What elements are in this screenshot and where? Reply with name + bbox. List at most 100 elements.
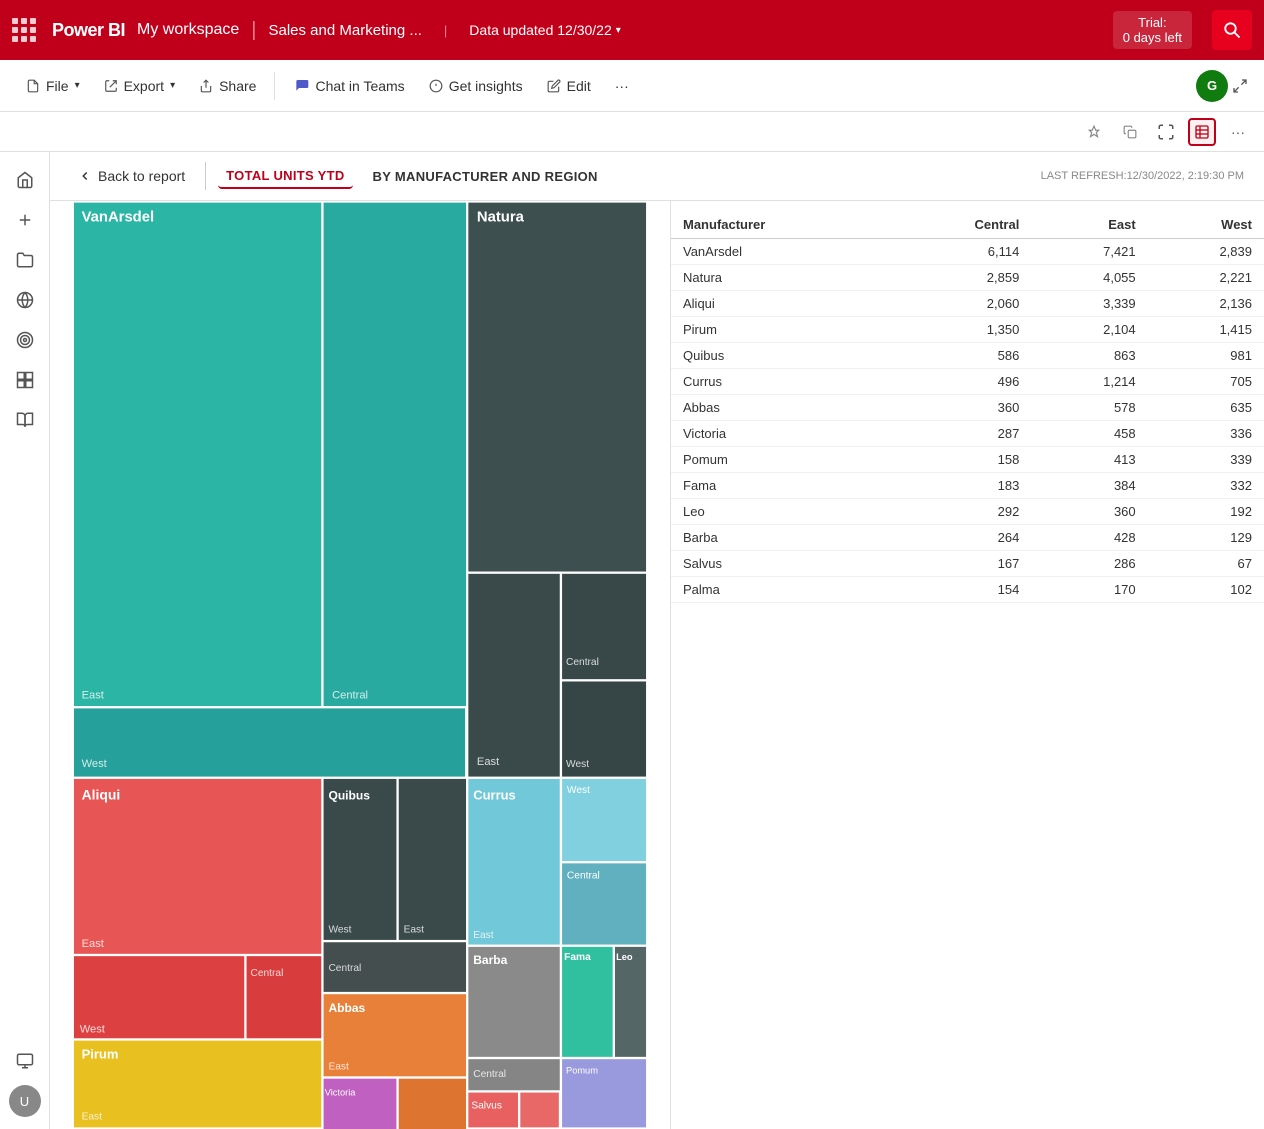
edit-button[interactable]: Edit [537, 72, 601, 100]
table-cell: 183 [890, 473, 1032, 499]
treemap-chart[interactable]: VanArsdel East Central West Natura East [50, 201, 670, 1129]
export-chevron: ▾ [170, 80, 175, 91]
table-cell: 67 [1148, 551, 1264, 577]
content-area: U Back to report TOTAL UNITS YTD BY MANU… [0, 152, 1264, 1129]
more-icon[interactable]: ··· [1224, 118, 1252, 146]
sidebar-hub-icon[interactable] [9, 284, 41, 316]
table-cell: 705 [1148, 369, 1264, 395]
table-cell: 287 [890, 421, 1032, 447]
svg-text:Central: Central [328, 963, 361, 974]
table-cell: 332 [1148, 473, 1264, 499]
table-row: Natura2,8594,0552,221 [671, 265, 1264, 291]
sidebar-create-icon[interactable] [9, 204, 41, 236]
table-cell: 863 [1031, 343, 1147, 369]
table-view-icon[interactable] [1188, 118, 1216, 146]
tab-by-manufacturer-region[interactable]: BY MANUFACTURER AND REGION [365, 165, 606, 188]
svg-text:West: West [566, 759, 589, 770]
share-button[interactable]: Share [189, 72, 266, 100]
table-cell: 154 [890, 577, 1032, 603]
table-row: Pomum158413339 [671, 447, 1264, 473]
file-button[interactable]: File ▾ [16, 72, 90, 100]
table-row: VanArsdel6,1147,4212,839 [671, 239, 1264, 265]
search-button[interactable] [1212, 10, 1252, 50]
table-cell: 1,415 [1148, 317, 1264, 343]
table-cell: Fama [671, 473, 890, 499]
table-row: Leo292360192 [671, 499, 1264, 525]
svg-text:Central: Central [567, 870, 600, 881]
report-title: Sales and Marketing ... [268, 22, 421, 39]
table-cell: 360 [890, 395, 1032, 421]
table-cell: 158 [890, 447, 1032, 473]
workspace-label[interactable]: My workspace [137, 21, 239, 39]
table-cell: 2,859 [890, 265, 1032, 291]
sidebar-home-icon[interactable] [9, 164, 41, 196]
export-button[interactable]: Export ▾ [94, 72, 186, 100]
table-cell: 170 [1031, 577, 1147, 603]
table-cell: 2,060 [890, 291, 1032, 317]
svg-text:Central: Central [473, 1069, 506, 1080]
svg-text:West: West [80, 1023, 106, 1035]
data-table-container[interactable]: Manufacturer Central East West VanArsdel… [670, 201, 1264, 1129]
toolbar: File ▾ Export ▾ Share Chat in Teams Get … [0, 60, 1264, 112]
pin-icon[interactable] [1080, 118, 1108, 146]
table-cell: 428 [1031, 525, 1147, 551]
table-cell: 496 [890, 369, 1032, 395]
svg-text:Aliqui: Aliqui [82, 787, 121, 803]
table-row: Abbas360578635 [671, 395, 1264, 421]
tab-total-units-ytd[interactable]: TOTAL UNITS YTD [218, 164, 352, 189]
table-cell: 458 [1031, 421, 1147, 447]
chat-in-teams-button[interactable]: Chat in Teams [283, 72, 414, 100]
table-cell: 360 [1031, 499, 1147, 525]
svg-text:Currus: Currus [473, 788, 516, 803]
table-row: Barba264428129 [671, 525, 1264, 551]
sidebar-browse-icon[interactable] [9, 244, 41, 276]
more-options-button[interactable]: ··· [605, 72, 639, 100]
svg-text:Victoria: Victoria [325, 1088, 357, 1098]
svg-text:East: East [82, 1112, 103, 1123]
table-cell: 2,221 [1148, 265, 1264, 291]
app-logo: Power BI [52, 20, 125, 41]
table-row: Fama183384332 [671, 473, 1264, 499]
col-header-manufacturer: Manufacturer [671, 211, 890, 239]
table-cell: 2,136 [1148, 291, 1264, 317]
table-cell: 2,839 [1148, 239, 1264, 265]
refresh-label[interactable]: Data updated 12/30/22 ▾ [469, 22, 621, 38]
table-cell: Pomum [671, 447, 890, 473]
back-to-report-button[interactable]: Back to report [70, 164, 193, 188]
left-sidebar: U [0, 152, 50, 1129]
sidebar-goals-icon[interactable] [9, 324, 41, 356]
copy-icon[interactable] [1116, 118, 1144, 146]
table-cell: 129 [1148, 525, 1264, 551]
table-cell: 981 [1148, 343, 1264, 369]
svg-text:East: East [404, 924, 425, 935]
focus-mode-icon[interactable] [1152, 118, 1180, 146]
table-row: Salvus16728667 [671, 551, 1264, 577]
table-cell: 2,104 [1031, 317, 1147, 343]
table-cell: 292 [890, 499, 1032, 525]
svg-text:West: West [567, 785, 590, 796]
table-cell: 586 [890, 343, 1032, 369]
svg-text:East: East [328, 1062, 349, 1073]
table-row: Palma154170102 [671, 577, 1264, 603]
chart-table-area: VanArsdel East Central West Natura East [50, 201, 1264, 1129]
table-cell: 1,214 [1031, 369, 1147, 395]
svg-text:Leo: Leo [616, 952, 633, 962]
table-cell: 7,421 [1031, 239, 1147, 265]
table-cell: 339 [1148, 447, 1264, 473]
get-insights-button[interactable]: Get insights [419, 72, 533, 100]
svg-text:Fama: Fama [564, 952, 591, 963]
sidebar-monitor-icon[interactable] [9, 1045, 41, 1077]
table-cell: 6,114 [890, 239, 1032, 265]
svg-text:Central: Central [250, 968, 283, 979]
svg-text:East: East [82, 689, 105, 701]
table-cell: 192 [1148, 499, 1264, 525]
table-row: Quibus586863981 [671, 343, 1264, 369]
app-grid-icon[interactable] [12, 18, 36, 42]
sidebar-learn-icon[interactable] [9, 404, 41, 436]
user-avatar[interactable]: G [1196, 70, 1228, 102]
table-cell: VanArsdel [671, 239, 890, 265]
sidebar-apps-icon[interactable] [9, 364, 41, 396]
table-cell: 4,055 [1031, 265, 1147, 291]
user-profile-avatar[interactable]: U [9, 1085, 41, 1117]
table-cell: Abbas [671, 395, 890, 421]
